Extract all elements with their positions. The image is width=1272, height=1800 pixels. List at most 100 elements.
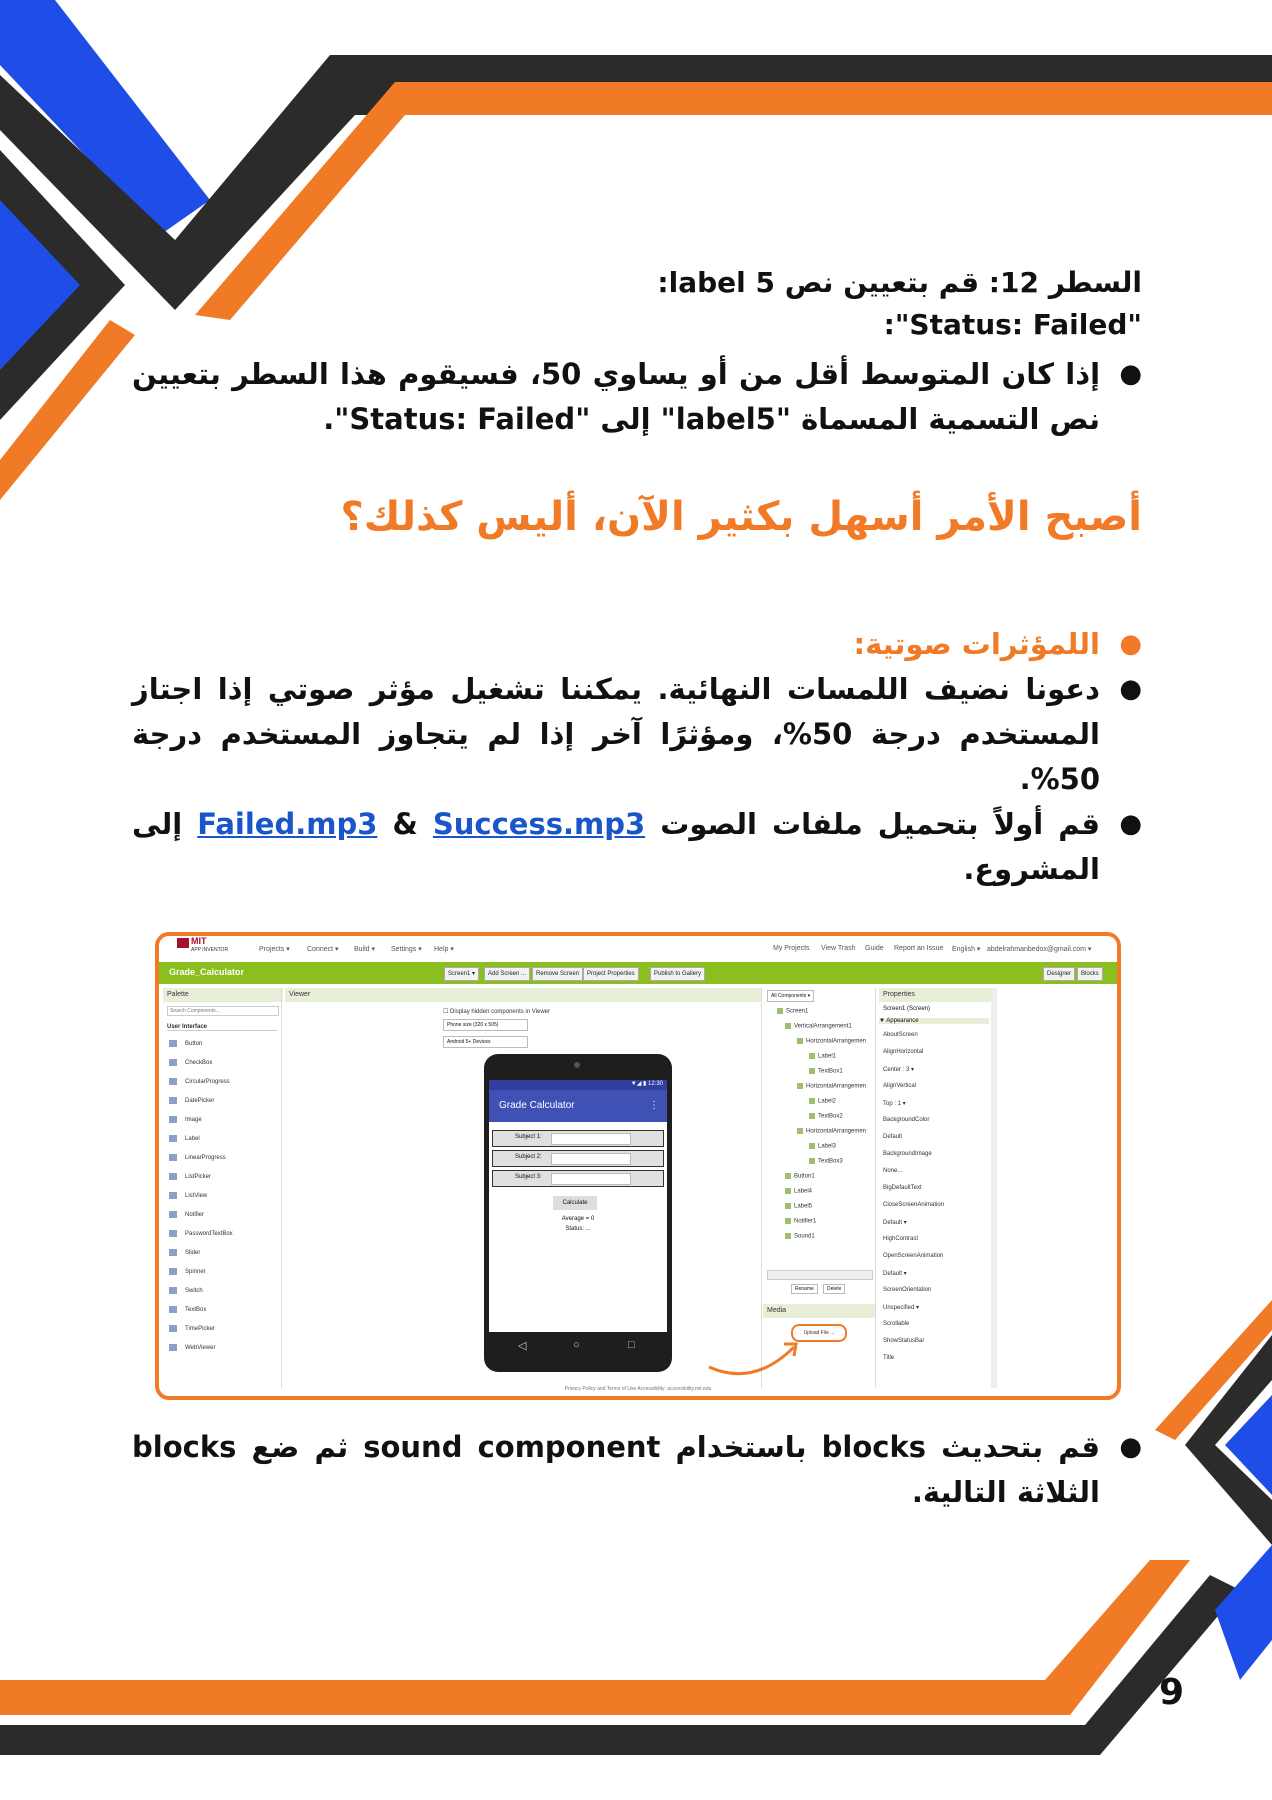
component-tree-item[interactable]: Screen1 — [777, 1008, 808, 1015]
publish-gallery-button[interactable]: Publish to Gallery — [650, 967, 706, 981]
menu-view-trash[interactable]: View Trash — [821, 945, 856, 952]
blocks-button[interactable]: Blocks — [1077, 967, 1103, 981]
component-tree-item[interactable]: Label2 — [809, 1098, 836, 1105]
property-item[interactable]: AlignVertical — [883, 1083, 916, 1089]
recents-icon[interactable]: □ — [628, 1339, 635, 1351]
palette-item[interactable]: TextBox — [169, 1306, 206, 1313]
property-item[interactable]: Unspecified ▾ — [883, 1304, 919, 1311]
components-scrollbar[interactable] — [767, 1270, 873, 1280]
components-dropdown[interactable]: All Components ▾ — [767, 990, 815, 1002]
overflow-menu-icon[interactable]: ⋮ — [649, 1100, 659, 1111]
property-item[interactable]: AlignHorizontal — [883, 1049, 923, 1055]
menu-my-projects[interactable]: My Projects — [773, 945, 810, 952]
project-properties-button[interactable]: Project Properties — [583, 967, 639, 981]
palette-item[interactable]: ListPicker — [169, 1173, 211, 1180]
component-icon — [169, 1306, 177, 1313]
component-tree-label: TextBox1 — [818, 1068, 843, 1075]
property-item[interactable]: CloseScreenAnimation — [883, 1202, 944, 1208]
designer-button[interactable]: Designer — [1043, 967, 1076, 981]
device-select[interactable]: Android 5+ Devices — [443, 1036, 528, 1048]
palette-item[interactable]: Notifier — [169, 1211, 204, 1218]
property-item[interactable]: BigDefaultText — [883, 1185, 922, 1191]
menu-help[interactable]: Help ▾ — [434, 945, 454, 953]
palette-item[interactable]: WebViewer — [169, 1344, 215, 1351]
component-tree-label: Sound1 — [794, 1233, 815, 1240]
component-tree-item[interactable]: HorizontalArrangemen — [797, 1038, 866, 1045]
line12-heading-2: "Status: Failed": — [883, 308, 1142, 341]
menu-settings[interactable]: Settings ▾ — [391, 945, 422, 953]
palette-item[interactable]: TimePicker — [169, 1325, 215, 1332]
palette-group-user-interface[interactable]: User Interface — [167, 1024, 277, 1031]
subject-1-input[interactable] — [551, 1133, 631, 1145]
palette-item[interactable]: Spinner — [169, 1268, 206, 1275]
palette-item[interactable]: Switch — [169, 1287, 203, 1294]
menu-account[interactable]: abdelrahmanbedox@gmail.com ▾ — [987, 945, 1091, 953]
palette-item[interactable]: CheckBox — [169, 1059, 212, 1066]
property-item[interactable]: OpenScreenAnimation — [883, 1253, 943, 1259]
property-item[interactable]: BackgroundImage — [883, 1151, 932, 1157]
component-tree-item[interactable]: TextBox3 — [809, 1158, 843, 1165]
palette-item[interactable]: PasswordTextBox — [169, 1230, 233, 1237]
component-tree-item[interactable]: Sound1 — [785, 1233, 815, 1240]
component-tree-item[interactable]: TextBox2 — [809, 1113, 843, 1120]
screen-select-button[interactable]: Screen1 ▾ — [444, 967, 480, 981]
property-item[interactable]: AboutScreen — [883, 1032, 918, 1038]
appearance-group[interactable]: ▼ Appearance — [879, 1018, 989, 1024]
component-tree-item[interactable]: Label4 — [785, 1188, 812, 1195]
back-icon[interactable]: ◁ — [518, 1339, 526, 1352]
component-tree-item[interactable]: VerticalArrangement1 — [785, 1023, 852, 1030]
palette-item[interactable]: Image — [169, 1116, 202, 1123]
menu-guide[interactable]: Guide — [865, 945, 884, 952]
success-mp3-link[interactable]: Success.mp3 — [433, 807, 645, 841]
component-tree-label: Label1 — [818, 1053, 837, 1060]
add-screen-button[interactable]: Add Screen ... — [484, 967, 531, 981]
property-item[interactable]: HighContrast — [883, 1236, 918, 1242]
component-tree-item[interactable]: HorizontalArrangemen — [797, 1128, 866, 1135]
failed-mp3-link[interactable]: Failed.mp3 — [197, 807, 377, 841]
component-tree-item[interactable]: Label5 — [785, 1203, 812, 1210]
component-tree-item[interactable]: Button1 — [785, 1173, 815, 1180]
palette-item-label: Button — [185, 1041, 203, 1048]
component-tree-item[interactable]: Label1 — [809, 1053, 836, 1060]
palette-item[interactable]: Slider — [169, 1249, 200, 1256]
property-item[interactable]: Title — [883, 1355, 894, 1361]
menu-projects[interactable]: Projects ▾ — [259, 945, 290, 953]
delete-button[interactable]: Delete — [823, 1284, 846, 1294]
subject-3-input[interactable] — [551, 1173, 631, 1185]
rename-button[interactable]: Rename — [791, 1284, 818, 1294]
menu-connect[interactable]: Connect ▾ — [307, 945, 339, 953]
property-item[interactable]: ShowStatusBar — [883, 1338, 924, 1344]
property-item[interactable]: Center : 3 ▾ — [883, 1066, 914, 1073]
palette-item[interactable]: CircularProgress — [169, 1078, 230, 1085]
property-item[interactable]: None... — [883, 1168, 902, 1174]
properties-scrollbar[interactable] — [991, 988, 997, 1388]
property-item[interactable]: ScreenOrientation — [883, 1287, 931, 1293]
component-tree-item[interactable]: HorizontalArrangemen — [797, 1083, 866, 1090]
palette-item[interactable]: Label — [169, 1135, 200, 1142]
component-tree-label: HorizontalArrangemen — [806, 1038, 867, 1045]
palette-item[interactable]: ListView — [169, 1192, 207, 1199]
palette-item[interactable]: LinearProgress — [169, 1154, 226, 1161]
property-item[interactable]: Default — [883, 1134, 902, 1140]
subject-2-input[interactable] — [551, 1153, 631, 1165]
phone-size-select[interactable]: Phone size (320 x 505) — [443, 1019, 528, 1031]
palette-search-input[interactable] — [167, 1006, 279, 1016]
calculate-button[interactable]: Calculate — [553, 1196, 597, 1210]
component-tree-item[interactable]: Notifier1 — [785, 1218, 816, 1225]
property-item[interactable]: Scrollable — [883, 1321, 909, 1327]
palette-item[interactable]: Button — [169, 1040, 202, 1047]
footer-links[interactable]: Privacy Policy and Terms of Use Accessib… — [159, 1386, 1117, 1392]
property-item[interactable]: BackgroundColor — [883, 1117, 929, 1123]
property-item[interactable]: Default ▾ — [883, 1270, 907, 1277]
hidden-components-checkbox[interactable]: ☐ Display hidden components in Viewer — [443, 1008, 550, 1015]
remove-screen-button[interactable]: Remove Screen — [532, 967, 584, 981]
menu-language[interactable]: English ▾ — [952, 945, 980, 953]
palette-item[interactable]: DatePicker — [169, 1097, 214, 1104]
menu-build[interactable]: Build ▾ — [354, 945, 375, 953]
menu-report-issue[interactable]: Report an Issue — [894, 945, 943, 952]
property-item[interactable]: Default ▾ — [883, 1219, 907, 1226]
component-tree-item[interactable]: TextBox1 — [809, 1068, 843, 1075]
home-icon[interactable]: ○ — [573, 1339, 580, 1351]
component-tree-item[interactable]: Label3 — [809, 1143, 836, 1150]
property-item[interactable]: Top : 1 ▾ — [883, 1100, 906, 1107]
